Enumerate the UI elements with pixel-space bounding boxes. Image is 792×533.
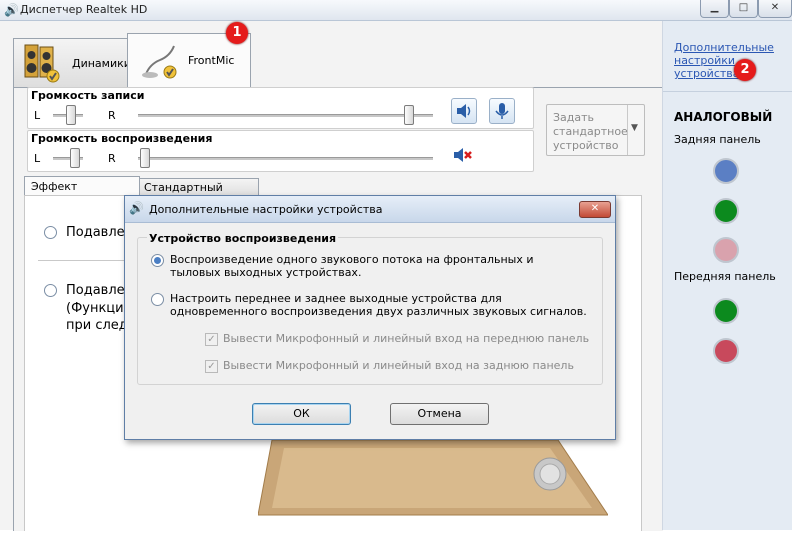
playback-volume-slider[interactable] bbox=[140, 148, 150, 168]
playback-right-label: R bbox=[108, 152, 116, 165]
analog-heading: АНАЛОГОВЫЙ bbox=[674, 110, 773, 124]
rear-panel-checkbox-label: Вывести Микрофонный и линейный вход на з… bbox=[223, 359, 574, 372]
playback-mute-button[interactable] bbox=[451, 143, 475, 167]
microphone-level-icon bbox=[495, 103, 509, 119]
dual-stream-radio[interactable] bbox=[151, 293, 164, 306]
close-button[interactable]: ✕ bbox=[758, 0, 792, 18]
tab-speakers-label: Динамики bbox=[72, 57, 131, 70]
single-stream-label: Воспроизведение одного звукового потока … bbox=[170, 253, 534, 279]
suppress-radio-1[interactable] bbox=[44, 226, 57, 239]
title-bar: 🔊 Диспетчер Realtek HD ▁ □ ✕ bbox=[0, 0, 792, 21]
rear-jack-pink[interactable] bbox=[713, 237, 739, 263]
front-panel-checkbox[interactable]: ✓ bbox=[205, 333, 218, 346]
speakers-icon bbox=[23, 43, 61, 83]
cancel-button[interactable]: Отмена bbox=[390, 403, 489, 425]
advanced-settings-dialog: 🔊 Дополнительные настройки устройства ✕ … bbox=[124, 195, 616, 440]
divider bbox=[38, 260, 126, 261]
advanced-settings-link[interactable]: Дополнительные настройки устройства bbox=[674, 41, 786, 80]
speaker-icon: 🔊 bbox=[4, 3, 19, 17]
playback-balance-slider[interactable] bbox=[70, 148, 80, 168]
front-panel-label: Передняя панель bbox=[674, 270, 776, 283]
rear-panel-checkbox[interactable]: ✓ bbox=[205, 360, 218, 373]
playback-volume-track bbox=[138, 157, 433, 160]
maximize-button[interactable]: □ bbox=[729, 0, 758, 18]
room-illustration bbox=[257, 439, 609, 530]
record-volume-slider[interactable] bbox=[404, 105, 414, 125]
divider bbox=[663, 91, 792, 92]
set-default-device-label: Задать стандартное устройство bbox=[553, 111, 628, 152]
speaker-icon: 🔊 bbox=[129, 201, 144, 215]
set-default-device-button[interactable]: Задать стандартное устройство ▼ bbox=[546, 104, 645, 156]
volume-icon bbox=[457, 104, 471, 118]
record-left-label: L bbox=[34, 109, 41, 122]
tab-speakers[interactable]: Динамики bbox=[13, 38, 131, 87]
front-jack-green[interactable] bbox=[713, 298, 739, 324]
muted-speaker-icon bbox=[454, 148, 472, 162]
playback-volume-label: Громкость воспроизведения bbox=[31, 132, 213, 145]
rear-jack-green[interactable] bbox=[713, 198, 739, 224]
tab-default-format[interactable]: Стандартный формат bbox=[139, 178, 259, 207]
tab-mic-effect[interactable]: Эффект микрофона bbox=[24, 176, 140, 206]
annotation-badge-2: 2 bbox=[734, 59, 756, 81]
annotation-badge-1: 1 bbox=[226, 22, 248, 44]
record-balance-slider[interactable] bbox=[66, 105, 76, 125]
dialog-close-button[interactable]: ✕ bbox=[579, 201, 611, 218]
front-jack-red[interactable] bbox=[713, 338, 739, 364]
rear-panel-label: Задняя панель bbox=[674, 133, 761, 146]
microphone-icon bbox=[140, 40, 180, 80]
playback-device-group-label: Устройство воспроизведения bbox=[147, 232, 339, 245]
record-right-label: R bbox=[108, 109, 116, 122]
playback-left-label: L bbox=[34, 152, 41, 165]
dual-stream-label: Настроить переднее и заднее выходные уст… bbox=[170, 292, 587, 318]
front-panel-checkbox-label: Вывести Микрофонный и линейный вход на п… bbox=[223, 332, 590, 345]
single-stream-radio[interactable] bbox=[151, 254, 164, 267]
dialog-title-bar: 🔊 Дополнительные настройки устройства ✕ bbox=[125, 196, 615, 223]
dialog-title: Дополнительные настройки устройства bbox=[149, 203, 383, 216]
record-mute-button[interactable] bbox=[451, 98, 477, 124]
record-volume-track bbox=[138, 114, 433, 117]
right-panel: Дополнительные настройки устройства АНАЛ… bbox=[662, 21, 792, 530]
tab-frontmic-label: FrontMic bbox=[188, 54, 235, 67]
rear-jack-blue[interactable] bbox=[713, 158, 739, 184]
dropdown-arrow[interactable]: ▼ bbox=[627, 105, 644, 155]
record-volume-label: Громкость записи bbox=[31, 89, 145, 102]
record-monitor-button[interactable] bbox=[489, 98, 515, 124]
minimize-button[interactable]: ▁ bbox=[700, 0, 729, 18]
function-label: (Функция bbox=[66, 301, 132, 316]
window-title: Диспетчер Realtek HD bbox=[20, 3, 148, 16]
chevron-down-icon: ▼ bbox=[631, 123, 638, 133]
ok-button[interactable]: ОК bbox=[252, 403, 351, 425]
suppress-radio-2[interactable] bbox=[44, 284, 57, 297]
